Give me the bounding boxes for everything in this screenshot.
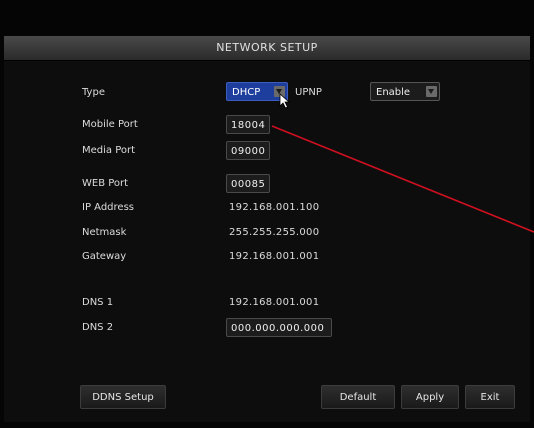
- annotation-line: [271, 125, 534, 233]
- annotation-arrow: [271, 125, 534, 233]
- mouse-cursor-icon: [279, 93, 291, 109]
